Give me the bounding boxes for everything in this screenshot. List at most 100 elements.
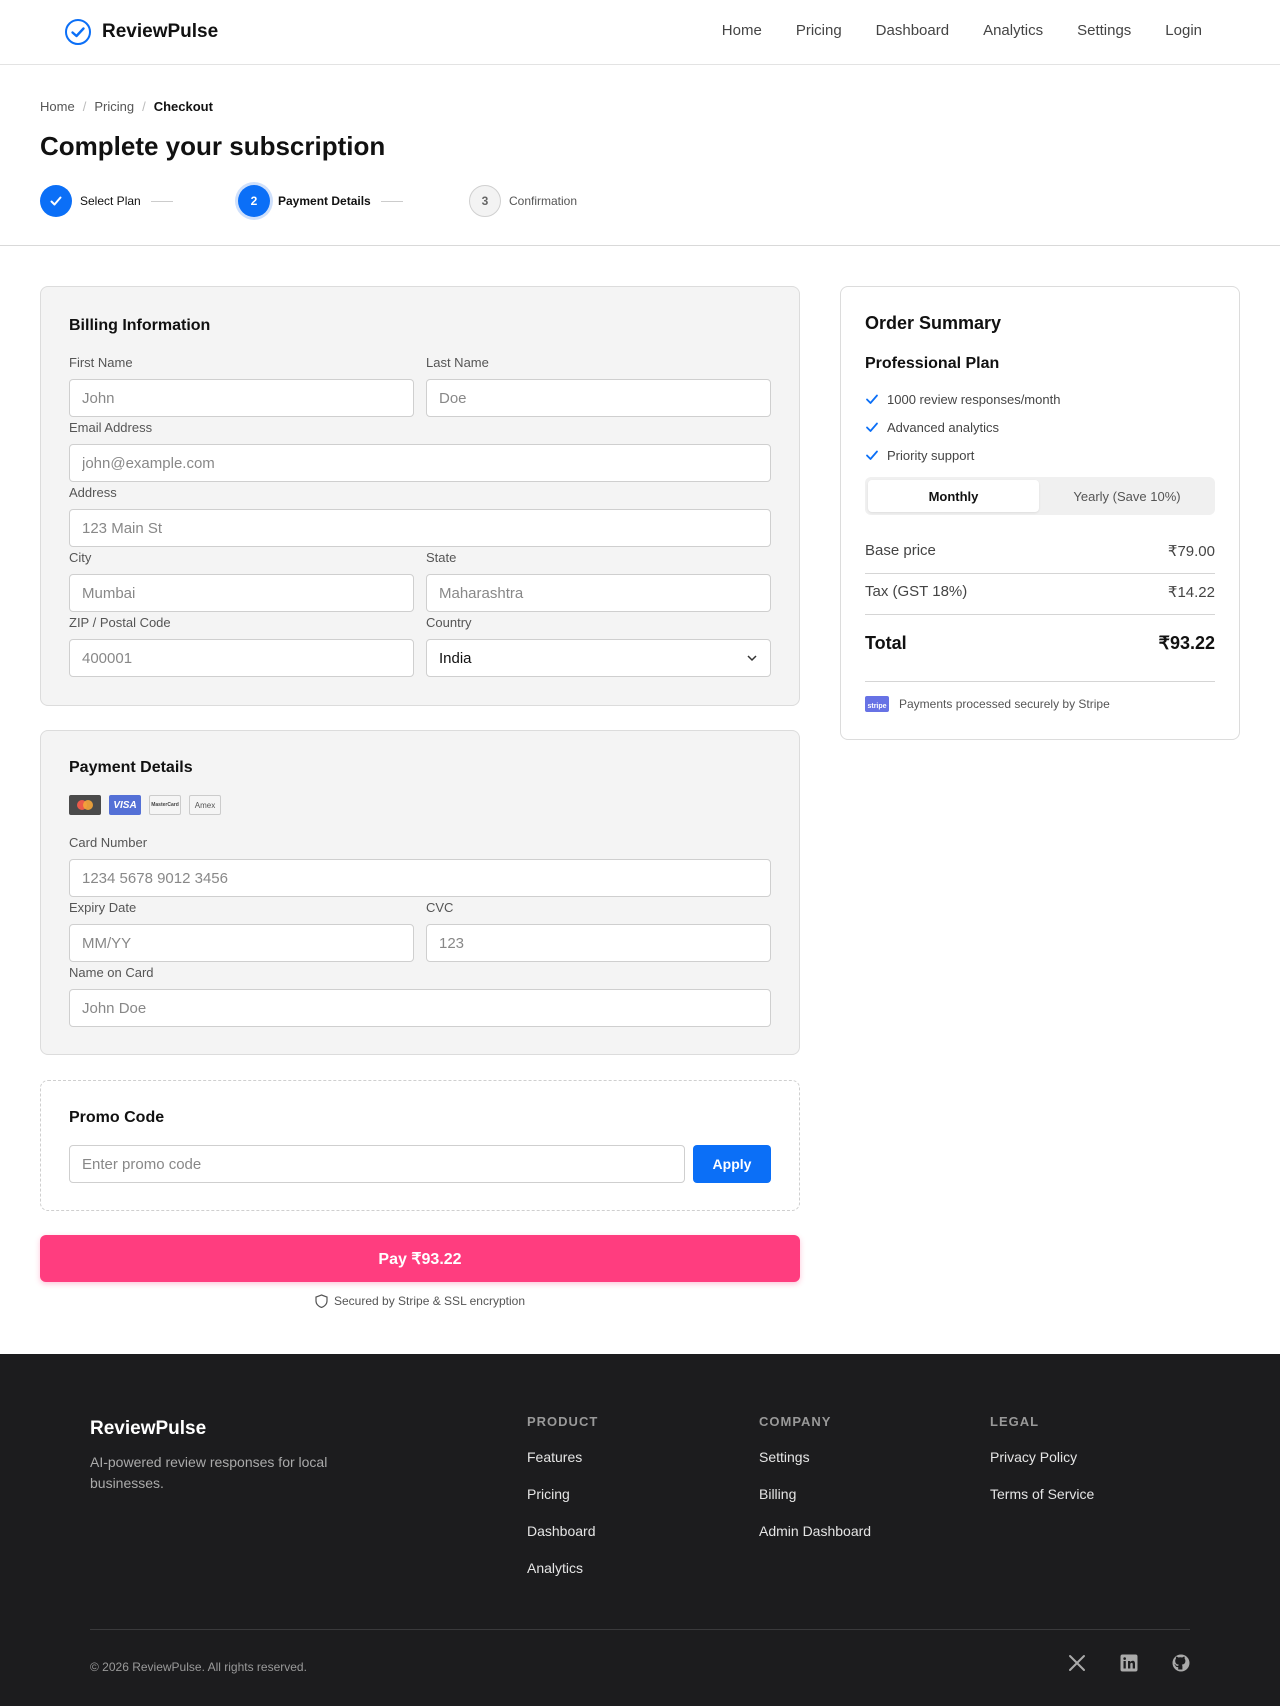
plan-features: 1000 review responses/month Advanced ana… xyxy=(865,385,1060,469)
breadcrumb-separator: / xyxy=(82,99,87,114)
expiry-label: Expiry Date xyxy=(69,900,137,915)
stripe-icon: stripe xyxy=(865,696,889,712)
nav-home[interactable]: Home xyxy=(722,22,762,39)
visa-icon: VISA xyxy=(109,795,141,815)
page-title: Complete your subscription xyxy=(40,131,386,161)
check-icon xyxy=(866,422,878,432)
promo-title: Promo Code xyxy=(69,1109,165,1126)
country-select[interactable]: India xyxy=(426,639,771,677)
github-icon[interactable] xyxy=(1172,1654,1190,1672)
toggle-monthly[interactable]: Monthly xyxy=(868,480,1039,512)
email-label: Email Address xyxy=(69,420,153,435)
step-connector xyxy=(150,200,173,202)
secure-note: Secured by Stripe & SSL encryption xyxy=(40,1294,800,1308)
amex-icon: Amex xyxy=(189,795,221,815)
feature-item: Priority support xyxy=(865,441,1060,469)
footer-copyright: © 2026 ReviewPulse. All rights reserved. xyxy=(90,1660,307,1674)
breadcrumb-separator: / xyxy=(142,99,146,114)
country-value: India xyxy=(439,649,472,667)
stripe-note-text: Payments processed securely by Stripe xyxy=(899,697,1110,711)
footer-link-settings[interactable]: Settings xyxy=(759,1449,871,1486)
step-label: Payment Details xyxy=(278,194,371,208)
name-on-card-label: Name on Card xyxy=(69,965,154,980)
footer-col-title: PRODUCT xyxy=(527,1414,599,1429)
x-icon[interactable] xyxy=(1068,1654,1086,1672)
last-name-input[interactable] xyxy=(426,379,771,417)
step-number: 3 xyxy=(469,185,501,217)
cvc-label: CVC xyxy=(426,900,454,915)
zip-input[interactable] xyxy=(69,639,414,677)
brand[interactable]: ReviewPulse xyxy=(64,18,218,46)
state-input[interactable] xyxy=(426,574,771,612)
social-links xyxy=(1068,1654,1190,1672)
billing-title: Billing Information xyxy=(69,317,211,334)
footer-link-privacy[interactable]: Privacy Policy xyxy=(990,1449,1094,1486)
nav-dashboard[interactable]: Dashboard xyxy=(876,22,949,39)
total-value: ₹93.22 xyxy=(1158,633,1216,653)
base-price-row: Base price ₹79.00 xyxy=(865,542,1215,560)
zip-label: ZIP / Postal Code xyxy=(69,615,171,630)
nav-login[interactable]: Login xyxy=(1165,22,1202,39)
footer-link-admin-dashboard[interactable]: Admin Dashboard xyxy=(759,1523,871,1560)
checkout-header: Home / Pricing / Checkout Complete your … xyxy=(0,65,1280,246)
footer-link-analytics[interactable]: Analytics xyxy=(527,1560,598,1597)
footer-link-pricing[interactable]: Pricing xyxy=(527,1486,598,1523)
city-label: City xyxy=(69,550,92,565)
step-confirmation: 3 Confirmation xyxy=(469,185,577,217)
city-input[interactable] xyxy=(69,574,414,612)
card-number-label: Card Number xyxy=(69,835,148,850)
apply-promo-button[interactable]: Apply xyxy=(693,1145,771,1183)
breadcrumb-pricing[interactable]: Pricing xyxy=(94,99,134,114)
base-price-value: ₹79.00 xyxy=(1167,543,1215,560)
footer-link-features[interactable]: Features xyxy=(527,1449,598,1486)
footer-divider xyxy=(90,1629,1190,1630)
step-number: 2 xyxy=(238,185,270,217)
divider xyxy=(865,614,1215,615)
promo-code-input[interactable] xyxy=(69,1145,685,1183)
last-name-label: Last Name xyxy=(426,355,489,370)
first-name-input[interactable] xyxy=(69,379,414,417)
name-on-card-input[interactable] xyxy=(69,989,771,1027)
tax-row: Tax (GST 18%) ₹14.22 xyxy=(865,583,1215,601)
base-price-label: Base price xyxy=(865,542,936,559)
footer-brand[interactable]: ReviewPulse xyxy=(90,1418,206,1440)
nav-settings[interactable]: Settings xyxy=(1077,22,1131,39)
check-icon xyxy=(866,450,878,460)
total-row: Total ₹93.22 xyxy=(865,633,1215,654)
secure-note-text: Secured by Stripe & SSL encryption xyxy=(334,1294,525,1308)
address-input[interactable] xyxy=(69,509,771,547)
order-summary-card: Order Summary Professional Plan 1000 rev… xyxy=(840,286,1240,740)
footer-link-terms[interactable]: Terms of Service xyxy=(990,1486,1094,1523)
feature-text: Priority support xyxy=(887,447,975,463)
footer-col-company: COMPANY Settings Billing Admin Dashboard xyxy=(759,1414,871,1560)
tax-label: Tax (GST 18%) xyxy=(865,583,968,600)
divider xyxy=(865,681,1215,682)
billing-period-toggle: Monthly Yearly (Save 10%) xyxy=(865,477,1215,515)
brand-name: ReviewPulse xyxy=(102,21,219,42)
breadcrumb-current: Checkout xyxy=(153,99,213,114)
shield-icon xyxy=(315,1294,328,1308)
footer-tagline: AI-powered review responses for local bu… xyxy=(90,1454,328,1491)
step-select-plan: Select Plan xyxy=(40,185,173,217)
card-number-input[interactable] xyxy=(69,859,771,897)
footer-link-billing[interactable]: Billing xyxy=(759,1486,871,1523)
feature-item: 1000 review responses/month xyxy=(865,385,1060,413)
toggle-yearly[interactable]: Yearly (Save 10%) xyxy=(1042,480,1212,512)
country-label: Country xyxy=(426,615,472,630)
cvc-input[interactable] xyxy=(426,924,771,962)
nav-pricing[interactable]: Pricing xyxy=(796,22,842,39)
footer-link-dashboard[interactable]: Dashboard xyxy=(527,1523,598,1560)
nav-analytics[interactable]: Analytics xyxy=(983,22,1043,39)
pay-button[interactable]: Pay ₹93.22 xyxy=(40,1235,800,1282)
feature-text: Advanced analytics xyxy=(887,419,1000,435)
summary-title: Order Summary xyxy=(865,313,1002,333)
breadcrumb-home[interactable]: Home xyxy=(40,99,75,114)
step-label: Confirmation xyxy=(509,194,578,208)
expiry-input[interactable] xyxy=(69,924,414,962)
linkedin-icon[interactable] xyxy=(1120,1654,1138,1672)
main-nav: Home Pricing Dashboard Analytics Setting… xyxy=(722,22,1202,39)
breadcrumb: Home / Pricing / Checkout xyxy=(40,99,213,114)
email-input[interactable] xyxy=(69,444,771,482)
payment-details-card: Payment Details VISA MasterCard Amex Car… xyxy=(40,730,800,1055)
divider xyxy=(865,573,1215,574)
